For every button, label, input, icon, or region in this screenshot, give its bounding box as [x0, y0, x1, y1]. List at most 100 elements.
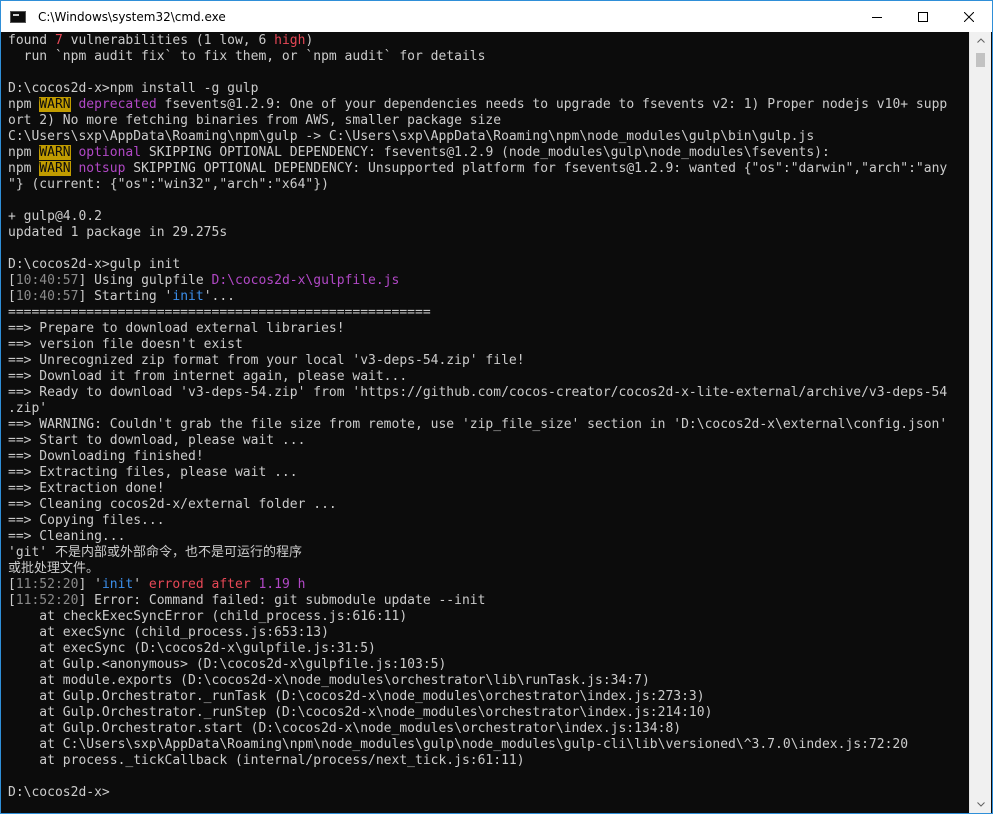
warn-badge: WARN [39, 145, 71, 160]
console-text: 10:40:57 [15, 289, 79, 304]
console-text: vulnerabilities (1 low, 6 [62, 33, 275, 48]
console-text: at checkExecSyncError (child_process.js:… [8, 609, 408, 624]
console-text: updated 1 package in 29.275s [8, 225, 228, 240]
warn-badge: WARN [39, 161, 71, 176]
console-text: ] ' [78, 577, 102, 592]
scroll-up-button[interactable] [970, 32, 991, 49]
console-line: 或批处理文件。 [2, 561, 969, 577]
console-text: SKIPPING OPTIONAL DEPENDENCY: Unsupporte… [125, 161, 948, 176]
console-text: 10:40:57 [15, 273, 79, 288]
console-text: 或批处理文件。 [8, 561, 100, 576]
console-line: ==> Cleaning... [2, 529, 969, 545]
console-line: ==> Start to download, please wait ... [2, 433, 969, 449]
console-text: 7 [54, 33, 63, 48]
console-text: D:\cocos2d-x\gulpfile.js [211, 273, 400, 288]
console-line: at Gulp.Orchestrator._runTask (D:\cocos2… [2, 689, 969, 705]
scrollbar-thumb[interactable] [976, 53, 985, 67]
console-line: ==> Downloading finished! [2, 449, 969, 465]
console-text: high [274, 33, 306, 48]
console-line: ort 2) No more fetching binaries from AW… [2, 113, 969, 129]
console-text: '... [203, 289, 235, 304]
console-text: ] Starting ' [78, 289, 173, 304]
cmd-window: C:\Windows\system32\cmd.exe found 7 vuln… [0, 0, 993, 814]
console-line: run `npm audit fix` to fix them, or `npm… [2, 49, 969, 65]
console-text: fsevents@1.2.9: One of your dependencies… [156, 97, 948, 112]
maximize-button[interactable] [900, 1, 946, 32]
console-text: npm [8, 97, 40, 112]
console-text: [ [8, 273, 16, 288]
console-text: at Gulp.<anonymous> (D:\cocos2d-x\gulpfi… [8, 657, 447, 672]
console-text: ort 2) No more fetching binaries from AW… [8, 113, 502, 128]
title-bar[interactable]: C:\Windows\system32\cmd.exe [1, 1, 992, 32]
console-line: [10:40:57] Using gulpfile D:\cocos2d-x\g… [2, 273, 969, 289]
console-line: at Gulp.Orchestrator.start (D:\cocos2d-x… [2, 721, 969, 737]
console-text: at Gulp.Orchestrator._runStep (D:\cocos2… [8, 705, 713, 720]
console-line: ==> Prepare to download external librari… [2, 321, 969, 337]
console-text: optional [78, 145, 142, 160]
console-text: run `npm audit fix` to fix them, or `npm… [8, 49, 486, 64]
console-line: + gulp@4.0.2 [2, 209, 969, 225]
console-line: ==> Extraction done! [2, 481, 969, 497]
console-text: at module.exports (D:\cocos2d-x\node_mod… [8, 673, 650, 688]
console-text: ==> Cleaning... [8, 529, 126, 544]
console-text: ==> Unrecognized zip format from your lo… [8, 353, 525, 368]
console-text: at execSync (child_process.js:653:13) [8, 625, 329, 640]
console-text: ==> Download it from internet again, ple… [8, 369, 408, 384]
console-line: ==> Cleaning cocos2d-x/external folder .… [2, 497, 969, 513]
window-title: C:\Windows\system32\cmd.exe [38, 9, 226, 24]
close-button[interactable] [946, 1, 992, 32]
scroll-down-button[interactable] [970, 796, 991, 813]
console-line: ==> Copying files... [2, 513, 969, 529]
console-text: [ [8, 593, 16, 608]
console-text: at C:\Users\sxp\AppData\Roaming\npm\node… [8, 737, 909, 752]
console-text: found [8, 33, 55, 48]
console-line: D:\cocos2d-x>npm install -g gulp [2, 81, 969, 97]
console-text: ==> Copying files... [8, 513, 165, 528]
console-text: ==> Ready to download 'v3-deps-54.zip' f… [8, 385, 948, 400]
console-line: [10:40:57] Starting 'init'... [2, 289, 969, 305]
console-text: ] Error: Command failed: git submodule u… [78, 593, 486, 608]
console-text: at Gulp.Orchestrator.start (D:\cocos2d-x… [8, 721, 682, 736]
console-text: .zip' [8, 401, 48, 416]
console-text: ' [133, 577, 149, 592]
console-text: ==> WARNING: Couldn't grab the file size… [8, 417, 948, 432]
console-text: C:\Users\sxp\AppData\Roaming\npm\gulp ->… [8, 129, 815, 144]
console-line: at checkExecSyncError (child_process.js:… [2, 609, 969, 625]
console-line: ==> WARNING: Couldn't grab the file size… [2, 417, 969, 433]
console-text: ==> Start to download, please wait ... [8, 433, 306, 448]
chevron-up-icon [976, 38, 985, 43]
minimize-icon [872, 16, 882, 18]
console-text: SKIPPING OPTIONAL DEPENDENCY: fsevents@1… [141, 145, 830, 160]
console-text: ==> Extraction done! [8, 481, 165, 496]
console-text: deprecated [78, 97, 157, 112]
console-text: 11:52:20 [15, 577, 79, 592]
console-text: notsup [78, 161, 126, 176]
console-line: at process._tickCallback (internal/proce… [2, 753, 969, 769]
console-line: ==> version file doesn't exist [2, 337, 969, 353]
console-text: ========================================… [8, 305, 431, 320]
cmd-icon[interactable] [10, 10, 26, 23]
console-text: D:\cocos2d-x>npm install -g gulp [8, 81, 259, 96]
console-line: at execSync (child_process.js:653:13) [2, 625, 969, 641]
console-line: C:\Users\sxp\AppData\Roaming\npm\gulp ->… [2, 129, 969, 145]
console-output[interactable]: found 7 vulnerabilities (1 low, 6 high) … [2, 32, 969, 813]
console-line: D:\cocos2d-x>gulp init [2, 257, 969, 273]
console-text: 1.19 h [258, 577, 306, 592]
vertical-scrollbar[interactable] [969, 32, 991, 813]
console-text: D:\cocos2d-x> [8, 785, 110, 800]
console-text: init [101, 577, 134, 592]
console-line: npm WARN notsup SKIPPING OPTIONAL DEPEND… [2, 161, 969, 177]
console-line: ==> Ready to download 'v3-deps-54.zip' f… [2, 385, 969, 401]
console-text: D:\cocos2d-x>gulp init [8, 257, 181, 272]
console-text: ==> Cleaning cocos2d-x/external folder .… [8, 497, 337, 512]
minimize-button[interactable] [854, 1, 900, 32]
console-text: ) [305, 33, 314, 48]
maximize-icon [918, 11, 928, 22]
console-text: 'git' 不是内部或外部命令，也不是可运行的程序 [8, 545, 302, 560]
console-text: ==> Downloading finished! [8, 449, 204, 464]
console-line: ==> Download it from internet again, ple… [2, 369, 969, 385]
console-text: npm [8, 145, 40, 160]
